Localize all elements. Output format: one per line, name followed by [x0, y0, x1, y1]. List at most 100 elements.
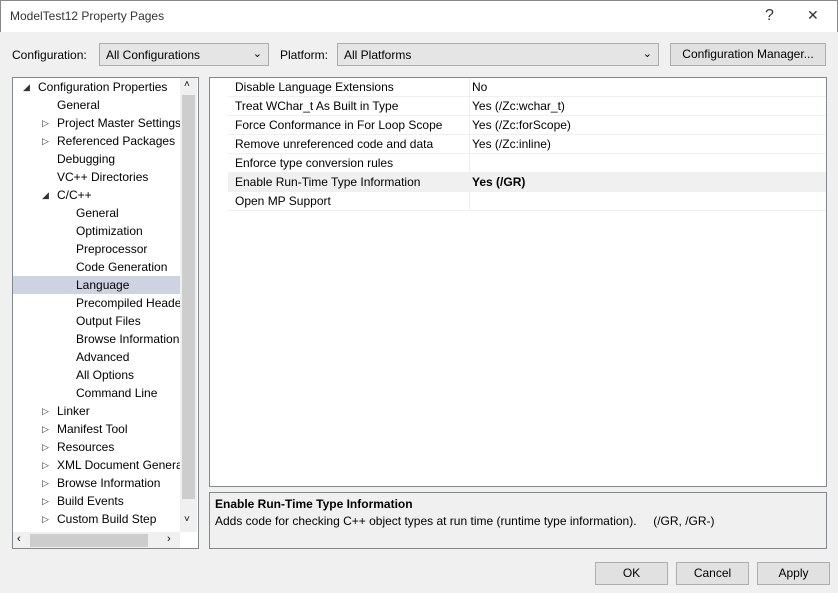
tree-item[interactable]: ◢ Configuration Properties — [13, 78, 180, 96]
platform-label: Platform: — [280, 48, 329, 62]
property-value[interactable]: Yes (/Zc:forScope) — [469, 116, 826, 134]
tree-item[interactable]: Command Line — [13, 384, 180, 402]
scroll-right-icon[interactable]: › — [167, 533, 171, 545]
tree-item[interactable]: Advanced — [13, 348, 180, 366]
property-name: Force Conformance in For Loop Scope — [235, 118, 443, 132]
window-title: ModelTest12 Property Pages — [10, 9, 165, 23]
tree-item-label: Manifest Tool — [57, 422, 128, 436]
property-row[interactable]: Remove unreferenced code and data Yes (/Z… — [228, 135, 826, 154]
chevron-down-icon: ⌄ — [252, 48, 262, 60]
tree-item-label: VC++ Directories — [57, 170, 149, 184]
property-row[interactable]: Open MP Support — [228, 192, 826, 211]
tree-item-label: XML Document Generator — [57, 458, 197, 472]
property-value[interactable]: No — [469, 78, 826, 96]
property-value[interactable] — [469, 192, 826, 210]
tree-item[interactable]: ▷ XML Document Generator — [13, 456, 197, 474]
chevron-down-icon: ⌄ — [642, 48, 652, 60]
tree-item[interactable]: ◢ C/C++ — [13, 186, 180, 204]
configuration-dropdown[interactable]: All Configurations ⌄ — [99, 43, 269, 66]
tree-item[interactable]: ▷ Manifest Tool — [13, 420, 180, 438]
tree-item[interactable]: General — [13, 96, 180, 114]
configuration-manager-button[interactable]: Configuration Manager... — [670, 43, 826, 66]
tree-item-label: Build Events — [57, 494, 124, 508]
tree-item[interactable]: ▷ Resources — [13, 438, 180, 456]
tree-item[interactable]: ▷ Build Events — [13, 492, 180, 510]
tree-item-label: Output Files — [76, 314, 141, 328]
property-value[interactable]: Yes (/Zc:wchar_t) — [469, 97, 826, 115]
property-value[interactable] — [469, 154, 826, 172]
collapsed-arrow-icon[interactable]: ▷ — [42, 510, 49, 528]
tree-vertical-scrollbar[interactable]: ˄ ˅ — [180, 78, 197, 532]
tree-item[interactable]: Preprocessor — [13, 240, 180, 258]
tree-item[interactable]: Output Files — [13, 312, 180, 330]
description-title: Enable Run-Time Type Information — [215, 497, 413, 511]
property-row[interactable]: Treat WChar_t As Built in Type Yes (/Zc:w… — [228, 97, 826, 116]
tree-item-label: Resources — [57, 440, 115, 454]
tree-item[interactable]: ▷ Custom Build Step — [13, 510, 180, 528]
tree-item-label: General — [76, 206, 119, 220]
tree-item-label: Optimization — [76, 224, 143, 238]
scroll-down-icon[interactable]: ˅ — [184, 514, 190, 525]
tree-item-label: Browse Information — [76, 332, 180, 346]
tree-item-label: All Options — [76, 368, 135, 382]
tree-item[interactable]: ▷ Linker — [13, 402, 180, 420]
property-value[interactable]: Yes (/Zc:inline) — [469, 135, 826, 153]
collapsed-arrow-icon[interactable]: ▷ — [42, 474, 49, 492]
tree-hscroll-thumb[interactable] — [30, 534, 148, 547]
property-name: Enable Run-Time Type Information — [235, 175, 421, 189]
tree-item-label: Language — [76, 278, 130, 292]
description-panel: Enable Run-Time Type Information Adds co… — [209, 492, 827, 549]
tree-item-label: Command Line — [76, 386, 158, 400]
property-name: Open MP Support — [235, 194, 331, 208]
property-row[interactable]: Enforce type conversion rules — [228, 154, 826, 173]
expanded-arrow-icon[interactable]: ◢ — [23, 78, 30, 96]
configuration-value: All Configurations — [106, 48, 201, 62]
property-name: Remove unreferenced code and data — [235, 137, 434, 151]
tree-item[interactable]: ▷ Referenced Packages — [13, 132, 180, 150]
tree-item-label: C/C++ — [57, 188, 92, 202]
scroll-up-icon[interactable]: ˄ — [184, 79, 190, 90]
tree-item-label: Custom Build Step — [57, 512, 157, 526]
tree-scroll-thumb[interactable] — [182, 95, 195, 499]
tree-item-label: Precompiled Headers — [76, 296, 192, 310]
property-row[interactable]: Disable Language Extensions No — [228, 78, 826, 97]
platform-dropdown[interactable]: All Platforms ⌄ — [337, 43, 659, 66]
tree-item-label: Referenced Packages — [57, 134, 176, 148]
collapsed-arrow-icon[interactable]: ▷ — [42, 420, 49, 438]
tree-item-label: Advanced — [76, 350, 130, 364]
collapsed-arrow-icon[interactable]: ▷ — [42, 492, 49, 510]
tree-item[interactable]: ▷ Project Master Settings — [13, 114, 181, 132]
tree-item[interactable]: Language — [13, 276, 180, 294]
tree-item[interactable]: Code Generation — [13, 258, 180, 276]
tree-item-label: Linker — [57, 404, 90, 418]
tree-item[interactable]: All Options — [13, 366, 180, 384]
collapsed-arrow-icon[interactable]: ▷ — [42, 132, 49, 150]
tree-item[interactable]: Debugging — [13, 150, 180, 168]
tree-item-label: Preprocessor — [76, 242, 148, 256]
help-button[interactable]: ? — [765, 7, 774, 25]
expanded-arrow-icon[interactable]: ◢ — [42, 186, 49, 204]
tree-item[interactable]: Precompiled Headers — [13, 294, 191, 312]
collapsed-arrow-icon[interactable]: ▷ — [42, 456, 49, 474]
property-name: Treat WChar_t As Built in Type — [235, 99, 399, 113]
collapsed-arrow-icon[interactable]: ▷ — [42, 402, 49, 420]
apply-button[interactable]: Apply — [757, 562, 830, 585]
ok-button[interactable]: OK — [595, 562, 668, 585]
tree-item[interactable]: VC++ Directories — [13, 168, 180, 186]
property-value[interactable]: Yes (/GR) — [469, 173, 826, 191]
tree-item[interactable]: Browse Information — [13, 330, 180, 348]
tree-item-label: General — [57, 98, 100, 112]
property-row[interactable]: Enable Run-Time Type Information Yes (/GR… — [228, 173, 826, 192]
scroll-left-icon[interactable]: ‹ — [17, 533, 21, 545]
collapsed-arrow-icon[interactable]: ▷ — [42, 438, 49, 456]
cancel-button[interactable]: Cancel — [676, 562, 749, 585]
tree-item[interactable]: ▷ Browse Information — [13, 474, 180, 492]
tree-item[interactable]: General — [13, 204, 180, 222]
tree-horizontal-scrollbar[interactable]: ‹ › — [13, 532, 180, 548]
collapsed-arrow-icon[interactable]: ▷ — [42, 114, 49, 132]
property-row[interactable]: Force Conformance in For Loop Scope Yes (… — [228, 116, 826, 135]
title-bar: ModelTest12 Property Pages ? ✕ — [0, 0, 838, 32]
tree-item-label: Browse Information — [57, 476, 161, 490]
tree-item[interactable]: Optimization — [13, 222, 180, 240]
close-button[interactable]: ✕ — [807, 7, 819, 24]
